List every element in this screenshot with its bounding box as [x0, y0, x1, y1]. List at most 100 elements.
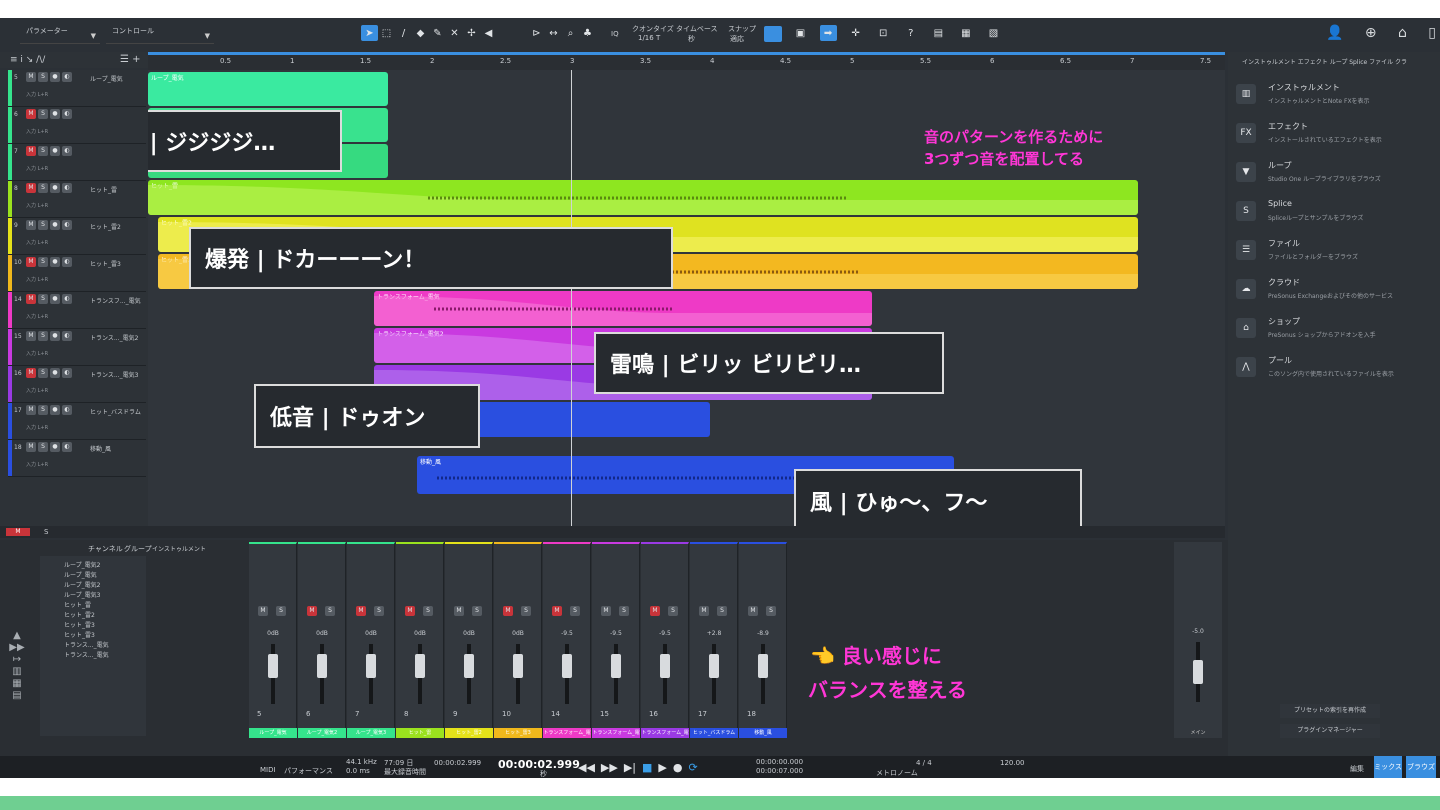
solo-button[interactable]: S — [38, 72, 48, 82]
browser-item[interactable]: S Splice Spliceループとサンプルをブラウズ — [1236, 199, 1436, 237]
view-browse[interactable]: ブラウズ — [1406, 756, 1436, 778]
track-input[interactable]: 入力 L+R — [26, 239, 48, 246]
channel-list-item[interactable]: ループ_電気2 — [64, 560, 100, 569]
track-input[interactable]: 入力 L+R — [26, 91, 48, 98]
range-tool-icon[interactable]: ⬚ — [378, 25, 395, 41]
settings-icon[interactable]: ⊡ — [875, 25, 892, 41]
solo-button[interactable]: S — [38, 331, 48, 341]
page-icon[interactable]: ▯ — [1428, 25, 1436, 41]
rewind-icon[interactable]: ◀◀ — [578, 761, 595, 774]
mute-button[interactable]: M — [26, 146, 36, 156]
mute-badge[interactable]: M — [6, 528, 30, 536]
channel-label[interactable]: ヒット_バスドラム — [690, 728, 738, 738]
solo-button[interactable]: S — [472, 606, 482, 616]
browser-tab-list[interactable]: インストゥルメント エフェクト ループ Splice ファイル クラ — [1242, 57, 1407, 66]
time-unit[interactable]: 秒 — [540, 769, 547, 778]
channel-fader[interactable] — [464, 654, 474, 678]
monitor-button[interactable]: ◐ — [62, 442, 72, 452]
record-arm-button[interactable]: ● — [50, 72, 60, 82]
video-icon[interactable]: ▤ — [930, 25, 947, 41]
channel-fader[interactable] — [709, 654, 719, 678]
track-name[interactable]: 移動_風 — [90, 444, 111, 453]
solo-button[interactable]: S — [570, 606, 580, 616]
channel-label[interactable]: ヒット_雷2 — [445, 728, 493, 738]
channel-label[interactable]: ヒット_雷3 — [494, 728, 542, 738]
help-icon[interactable]: ? — [902, 25, 919, 41]
browser-item[interactable]: ☁ クラウド PreSonus Exchangeおよびその他のサービス — [1236, 277, 1436, 315]
channel-list-item[interactable]: トランス..._電気 — [64, 650, 109, 659]
mute-button[interactable]: M — [650, 606, 660, 616]
browser-item[interactable]: ☰ ファイル ファイルとフォルダーをブラウズ — [1236, 238, 1436, 276]
solo-button[interactable]: S — [423, 606, 433, 616]
track-name[interactable]: ヒット_雷 — [90, 185, 117, 194]
monitor-button[interactable]: ◐ — [62, 405, 72, 415]
mute-button[interactable]: M — [356, 606, 366, 616]
track-input[interactable]: 入力 L+R — [26, 165, 48, 172]
record-arm-button[interactable]: ● — [50, 109, 60, 119]
time-signature[interactable]: 4 / 4 — [916, 759, 932, 767]
track-row[interactable]: 16 M S ● ◐ トランス..._電気3 入力 L+R — [8, 366, 146, 403]
browser-item[interactable]: ⋀ プール このソング内で使用されているファイルを表示 — [1236, 355, 1436, 393]
channel-label[interactable]: ヒット_雷 — [396, 728, 444, 738]
channel-fader[interactable] — [317, 654, 327, 678]
track-row[interactable]: 15 M S ● ◐ トランス..._電気2 入力 L+R — [8, 329, 146, 366]
view-edit[interactable]: 編集 — [1350, 764, 1364, 774]
track-row[interactable]: 8 M S ● ◐ ヒット_雷 入力 L+R — [8, 181, 146, 218]
solo-button[interactable]: S — [668, 606, 678, 616]
param-dropdown[interactable]: ▼ — [20, 24, 100, 44]
solo-button[interactable]: S — [38, 257, 48, 267]
mute-button[interactable]: M — [699, 606, 709, 616]
autoscroll-icon[interactable]: ▣ — [792, 25, 809, 41]
play-icon[interactable]: ▶ — [658, 761, 666, 774]
track-input[interactable]: 入力 L+R — [26, 202, 48, 209]
grid-icon[interactable]: ▦ — [957, 25, 974, 41]
browser-item[interactable]: ⌂ ショップ PreSonus ショップからアドオンを入手 — [1236, 316, 1436, 354]
exchange-icon[interactable]: ⊕ — [1365, 25, 1377, 41]
solo-button[interactable]: S — [38, 183, 48, 193]
track-row[interactable]: 14 M S ● ◐ トランスフ..._電気 入力 L+R — [8, 292, 146, 329]
monitor-button[interactable]: ◐ — [62, 294, 72, 304]
channel-list-item[interactable]: ヒット_雷3 — [64, 630, 95, 639]
record-arm-button[interactable]: ● — [50, 257, 60, 267]
solo-button[interactable]: S — [276, 606, 286, 616]
browser-tabs[interactable]: インストゥルメント エフェクト ループ Splice ファイル クラ — [1228, 52, 1440, 70]
arrow-tool-icon[interactable]: ➤ — [361, 25, 378, 41]
view-mix[interactable]: ミックス — [1374, 756, 1402, 778]
mute-button[interactable]: M — [552, 606, 562, 616]
record-arm-button[interactable]: ● — [50, 442, 60, 452]
channel-fader[interactable] — [415, 654, 425, 678]
channel-list-item[interactable]: トランス..._電気 — [64, 640, 109, 649]
zoom-icon[interactable]: ⌕ — [562, 25, 579, 41]
monitor-button[interactable]: ◐ — [62, 331, 72, 341]
mute-button[interactable]: M — [26, 257, 36, 267]
loop-right[interactable]: 00:00:07.000 — [756, 767, 803, 775]
mute-button[interactable]: M — [601, 606, 611, 616]
follow-icon[interactable]: ➡ — [819, 25, 837, 41]
channel-fader[interactable] — [660, 654, 670, 678]
browser-item[interactable]: ▼ ループ Studio One ループライブラリをブラウズ — [1236, 160, 1436, 198]
solo-button[interactable]: S — [38, 294, 48, 304]
clip-trans1[interactable]: トランスフォーム_電気 — [374, 291, 872, 326]
channel-list-item[interactable]: ループ_電気3 — [64, 590, 100, 599]
clip-bassdrum[interactable] — [456, 402, 710, 437]
record-arm-button[interactable]: ● — [50, 405, 60, 415]
mute-button[interactable]: M — [26, 368, 36, 378]
track-name[interactable]: トランス..._電気3 — [90, 370, 138, 379]
track-list-icon[interactable]: ≡ i ↘ /\/ — [10, 55, 45, 65]
to-end-icon[interactable]: ▶| — [624, 761, 636, 774]
track-input[interactable]: 入力 L+R — [26, 276, 48, 283]
snap-toggle[interactable] — [764, 26, 782, 42]
arrange-scrollbar[interactable]: M S — [0, 526, 1225, 538]
track-name[interactable]: ループ_電気 — [90, 74, 123, 83]
track-input[interactable]: 入力 L+R — [26, 350, 48, 357]
snap-value[interactable]: 適応 — [730, 34, 744, 44]
track-input[interactable]: 入力 L+R — [26, 424, 48, 431]
record-arm-button[interactable]: ● — [50, 331, 60, 341]
stretch-icon[interactable]: ↔ — [545, 25, 562, 41]
record-arm-button[interactable]: ● — [50, 220, 60, 230]
channel-list-item[interactable]: ループ_電気2 — [64, 580, 100, 589]
mute-button[interactable]: M — [258, 606, 268, 616]
control-dropdown[interactable]: ▼ — [106, 24, 214, 44]
crosshair-icon[interactable]: ✛ — [847, 25, 864, 41]
add-track-icon[interactable]: ☰ + — [120, 54, 141, 65]
